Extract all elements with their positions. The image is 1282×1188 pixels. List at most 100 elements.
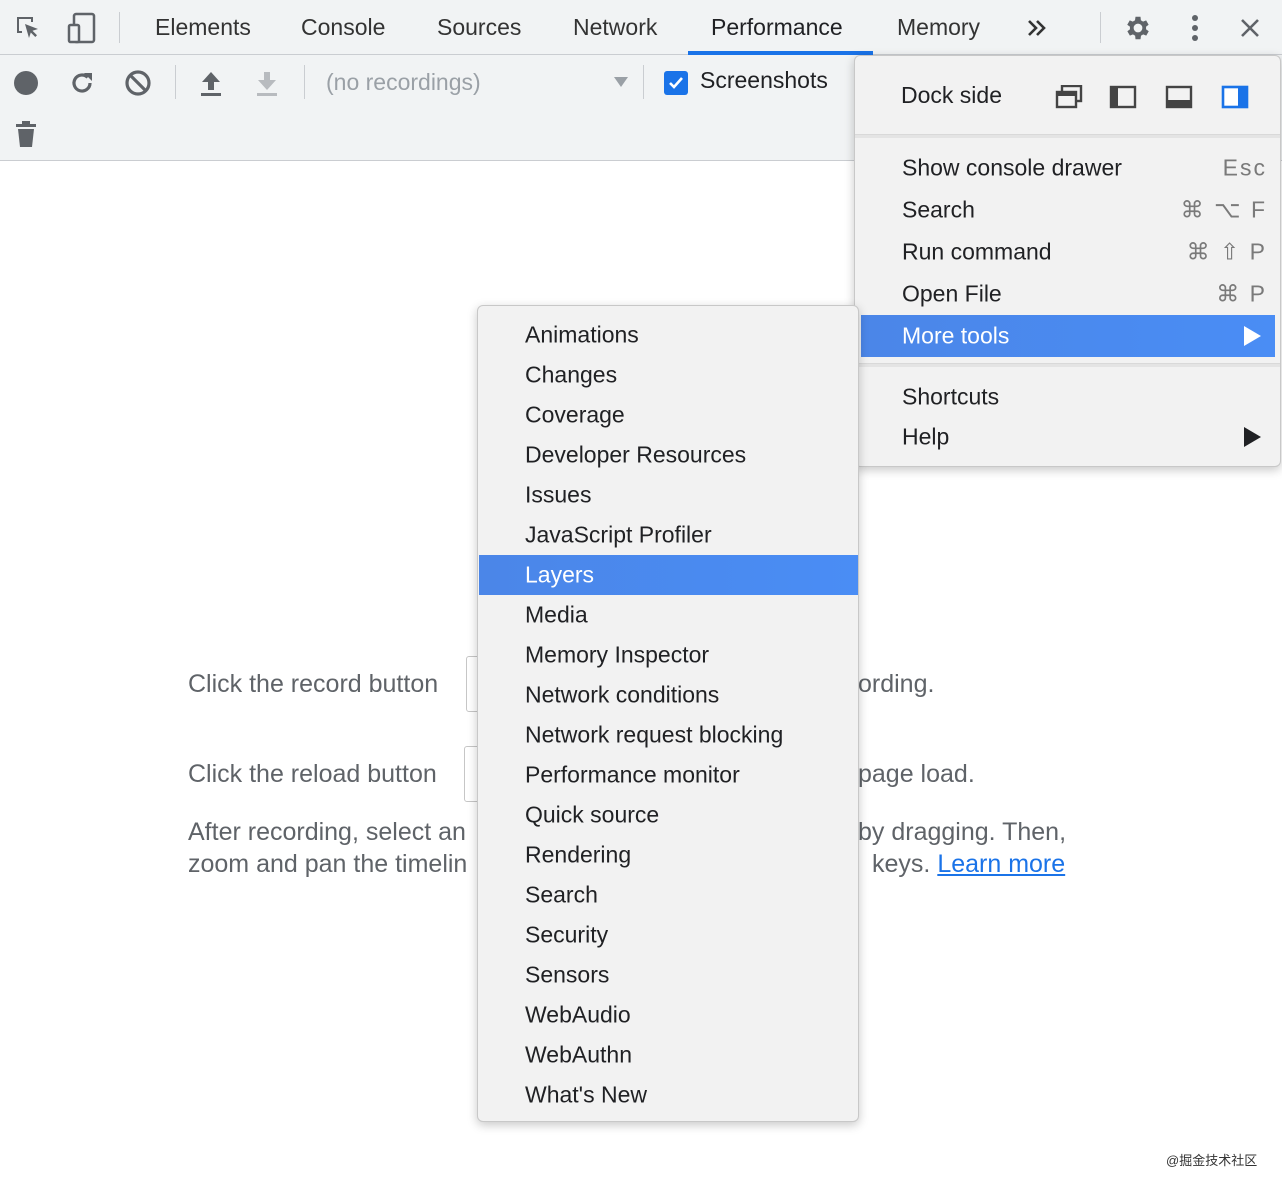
submenu-arrow-icon xyxy=(1244,427,1261,447)
screenshots-checkbox[interactable] xyxy=(664,71,688,95)
tool-layers[interactable]: Layers xyxy=(479,555,858,595)
tool-label: JavaScript Profiler xyxy=(525,521,712,548)
device-toolbar-icon[interactable] xyxy=(62,0,102,55)
more-tools-submenu: Animations Changes Coverage Developer Re… xyxy=(477,305,859,1122)
settings-gear-icon[interactable] xyxy=(1120,0,1156,55)
tool-label: Security xyxy=(525,921,609,948)
tool-network-request-blocking[interactable]: Network request blocking xyxy=(479,715,858,755)
recordings-select[interactable]: (no recordings) xyxy=(326,67,636,97)
tab-memory[interactable]: Memory xyxy=(897,0,980,55)
learn-more-link[interactable]: Learn more xyxy=(937,850,1065,878)
more-tabs-chevron-icon[interactable] xyxy=(1020,0,1054,55)
clear-block-icon[interactable] xyxy=(122,67,154,99)
tool-label: Media xyxy=(525,601,588,628)
tool-label: Layers xyxy=(525,561,595,588)
menu-item-shortcut: ⌘ ⇧ P xyxy=(1186,238,1267,265)
tool-label: Network conditions xyxy=(525,681,720,708)
tool-label: Search xyxy=(525,881,598,908)
toolbar-separator xyxy=(304,65,305,99)
undock-window-icon[interactable] xyxy=(1055,84,1083,109)
tool-label: What's New xyxy=(525,1081,647,1108)
tool-animations[interactable]: Animations xyxy=(479,315,858,355)
menu-item-help[interactable]: Help xyxy=(861,416,1275,458)
inspect-element-icon[interactable] xyxy=(8,0,48,55)
tool-quick-source[interactable]: Quick source xyxy=(479,795,858,835)
menu-item-label: Search xyxy=(902,196,975,223)
tab-separator xyxy=(1100,12,1101,43)
tool-whats-new[interactable]: What's New xyxy=(479,1075,858,1115)
screenshots-label: Screenshots xyxy=(700,67,828,93)
menu-item-label: Shortcuts xyxy=(902,383,1000,410)
menu-item-search[interactable]: Search ⌘ ⌥ F xyxy=(861,189,1275,231)
menu-item-label: Run command xyxy=(902,238,1052,265)
menu-separator xyxy=(855,134,1280,138)
close-devtools-icon[interactable] xyxy=(1232,0,1268,55)
collect-garbage-trash-icon[interactable] xyxy=(12,119,40,151)
tab-network[interactable]: Network xyxy=(573,0,657,55)
tool-label: Developer Resources xyxy=(525,441,747,468)
tool-label: Coverage xyxy=(525,401,625,428)
record-button[interactable] xyxy=(10,67,42,99)
tool-issues[interactable]: Issues xyxy=(479,475,858,515)
customize-devtools-menu: Dock side Show console drawer Esc Search… xyxy=(854,55,1281,467)
tool-coverage[interactable]: Coverage xyxy=(479,395,858,435)
tool-media[interactable]: Media xyxy=(479,595,858,635)
tool-rendering[interactable]: Rendering xyxy=(479,835,858,875)
dock-bottom-icon[interactable] xyxy=(1165,85,1193,109)
menu-item-label: Help xyxy=(902,423,950,450)
watermark-text: @掘金技术社区 xyxy=(1166,1153,1258,1168)
menu-item-shortcuts[interactable]: Shortcuts xyxy=(861,376,1275,418)
tab-performance[interactable]: Performance xyxy=(711,0,843,55)
customize-kebab-icon[interactable] xyxy=(1178,0,1212,55)
record-instruction-tail: ording. xyxy=(858,670,935,698)
tool-label: Performance monitor xyxy=(525,761,740,788)
after-recording-tail-1: by dragging. Then, xyxy=(858,818,1067,846)
tool-network-conditions[interactable]: Network conditions xyxy=(479,675,858,715)
after-recording-text-2: zoom and pan the timelin xyxy=(188,850,468,878)
dock-right-icon[interactable] xyxy=(1221,85,1249,109)
tab-sources[interactable]: Sources xyxy=(437,0,521,55)
menu-item-shortcut: ⌘ P xyxy=(1216,280,1267,307)
tool-label: Sensors xyxy=(525,961,610,988)
save-profile-download-icon[interactable] xyxy=(251,67,283,99)
after-recording-tail-2: keys. Learn more xyxy=(872,850,1065,879)
tool-label: Quick source xyxy=(525,801,660,828)
tab-elements[interactable]: Elements xyxy=(155,0,251,55)
tool-label: Network request blocking xyxy=(525,721,784,748)
tool-label: WebAuthn xyxy=(525,1041,632,1068)
after-recording-text-1: After recording, select an xyxy=(188,818,466,846)
tool-security[interactable]: Security xyxy=(479,915,858,955)
tool-search[interactable]: Search xyxy=(479,875,858,915)
menu-item-label: More tools xyxy=(902,322,1010,349)
devtools-tab-bar: Elements Console Sources Network Perform… xyxy=(0,0,1282,55)
load-profile-upload-icon[interactable] xyxy=(195,67,227,99)
tool-webauthn[interactable]: WebAuthn xyxy=(479,1035,858,1075)
tool-label: Memory Inspector xyxy=(525,641,710,668)
keys-text: keys. xyxy=(872,850,931,878)
tool-webaudio[interactable]: WebAudio xyxy=(479,995,858,1035)
dock-left-icon[interactable] xyxy=(1109,85,1137,109)
menu-item-more-tools[interactable]: More tools xyxy=(861,315,1275,357)
record-instruction-text: Click the record button xyxy=(188,670,439,698)
tool-javascript-profiler[interactable]: JavaScript Profiler xyxy=(479,515,858,555)
menu-item-shortcut: Esc xyxy=(1222,154,1267,181)
tool-label: Changes xyxy=(525,361,618,388)
toolbar-separator xyxy=(175,65,176,99)
tab-separator xyxy=(119,12,120,43)
reload-instruction-text: Click the reload button xyxy=(188,760,437,788)
tab-console[interactable]: Console xyxy=(301,0,385,55)
tool-changes[interactable]: Changes xyxy=(479,355,858,395)
menu-item-run-command[interactable]: Run command ⌘ ⇧ P xyxy=(861,231,1275,273)
tool-performance-monitor[interactable]: Performance monitor xyxy=(479,755,858,795)
menu-item-label: Open File xyxy=(902,280,1002,307)
tool-sensors[interactable]: Sensors xyxy=(479,955,858,995)
menu-item-open-file[interactable]: Open File ⌘ P xyxy=(861,273,1275,315)
menu-item-show-console-drawer[interactable]: Show console drawer Esc xyxy=(861,147,1275,189)
reload-instruction-tail: page load. xyxy=(858,760,975,788)
tool-label: Issues xyxy=(525,481,592,508)
tool-memory-inspector[interactable]: Memory Inspector xyxy=(479,635,858,675)
menu-item-label: Show console drawer xyxy=(902,154,1122,181)
tool-developer-resources[interactable]: Developer Resources xyxy=(479,435,858,475)
reload-record-icon[interactable] xyxy=(66,67,98,99)
menu-item-shortcut: ⌘ ⌥ F xyxy=(1180,196,1267,223)
